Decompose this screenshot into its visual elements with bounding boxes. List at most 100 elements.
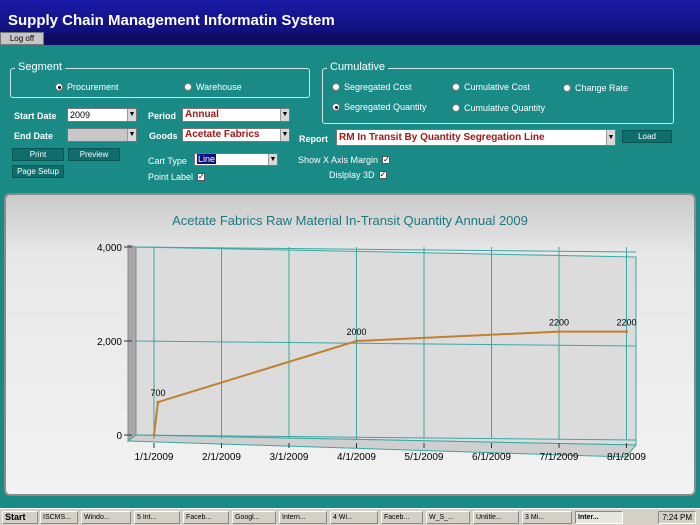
radio-label: Segregated Quantity xyxy=(344,102,427,112)
x-tick-label: 3/1/2009 xyxy=(270,452,309,463)
preview-button[interactable]: Preview xyxy=(68,148,120,161)
data-point xyxy=(355,339,358,343)
taskbar-item[interactable]: ISCMS... xyxy=(40,511,78,524)
data-point xyxy=(156,400,160,404)
title-bar: Supply Chain Management Informatin Syste… xyxy=(0,0,700,33)
taskbar-item[interactable]: Windo... xyxy=(81,511,131,524)
radio-warehouse[interactable]: Warehouse xyxy=(184,82,242,92)
chart-title: Acetate Fabrics Raw Material In-Transit … xyxy=(172,213,528,228)
radio-label: Change Rate xyxy=(575,83,629,93)
data-point xyxy=(557,330,561,334)
show-x-axis-margin-checkbox[interactable]: Show X Axis Margin ✓ xyxy=(298,155,391,165)
start-date-select[interactable]: 2009 ▼ xyxy=(67,108,137,122)
left-wall xyxy=(127,244,137,442)
radio-dot xyxy=(332,103,340,111)
taskbar-item[interactable]: Googl... xyxy=(232,511,276,524)
taskbar: Start ISCMS... Windo... 5 Int... Faceb... Go… xyxy=(0,508,700,525)
start-date-label: Start Date xyxy=(14,111,57,121)
radio-dot xyxy=(452,83,460,91)
radio-change-rate[interactable]: Change Rate xyxy=(563,83,628,93)
checkbox-label: Show X Axis Margin xyxy=(298,155,379,165)
radio-label: Cumulative Quantity xyxy=(464,103,546,113)
chart-container: Acetate Fabrics Raw Material In-Transit … xyxy=(4,193,696,496)
taskbar-item[interactable]: 4 Wi... xyxy=(330,511,378,524)
start-button[interactable]: Start xyxy=(2,511,38,524)
y-tick-label: 4,000 xyxy=(97,243,122,254)
taskbar-item[interactable]: Faceb... xyxy=(381,511,423,524)
check-icon[interactable]: ✓ xyxy=(378,171,387,179)
chart-type-select[interactable]: Line ▼ xyxy=(194,153,278,166)
taskbar-item[interactable]: Untitle... xyxy=(473,511,519,524)
radio-cumulative-quantity[interactable]: Cumulative Quantity xyxy=(452,103,545,113)
report-value: RM In Transit By Quantity Segregation Li… xyxy=(339,132,545,143)
data-label: 2200 xyxy=(549,318,569,328)
chevron-down-icon[interactable]: ▼ xyxy=(606,130,615,145)
period-label: Period xyxy=(148,111,177,121)
x-tick-label: 6/1/2009 xyxy=(472,452,511,463)
taskbar-item[interactable]: 5 Int... xyxy=(134,511,180,524)
data-label: 2200 xyxy=(616,318,636,328)
chevron-down-icon[interactable]: ▼ xyxy=(127,129,136,141)
y-tick-label: 0 xyxy=(116,431,122,442)
radio-dot xyxy=(55,83,63,91)
segment-legend: Segment xyxy=(15,61,66,73)
checkbox-label: Dislplay 3D xyxy=(329,170,375,180)
data-point xyxy=(152,433,156,437)
taskbar-item[interactable]: Faceb... xyxy=(183,511,229,524)
radio-dot xyxy=(332,83,340,91)
radio-cumulative-cost[interactable]: Cumulative Cost xyxy=(452,82,530,92)
radio-label: Warehouse xyxy=(196,82,242,92)
chart-type-label: Cart Type xyxy=(148,156,187,166)
data-label: 700 xyxy=(150,388,165,398)
plot-area xyxy=(135,246,637,446)
y-tick-label: 2,000 xyxy=(97,337,122,348)
x-tick-label: 8/1/2009 xyxy=(607,452,646,463)
data-point xyxy=(625,330,628,334)
radio-label: Procurement xyxy=(67,82,119,92)
radio-procurement[interactable]: Procurement xyxy=(55,82,119,92)
segment-panel: Segment Procurement Warehouse xyxy=(10,61,310,98)
goods-label: Goods xyxy=(149,131,178,141)
x-tick-label: 2/1/2009 xyxy=(202,452,241,463)
chart-type-value: Line xyxy=(197,154,217,164)
cumulative-panel: Cumulative Segregated Cost Cumulative Co… xyxy=(322,61,674,124)
x-tick-label: 7/1/2009 xyxy=(540,452,579,463)
cumulative-legend: Cumulative xyxy=(327,61,389,73)
report-select[interactable]: RM In Transit By Quantity Segregation Li… xyxy=(336,129,616,146)
print-button[interactable]: Print xyxy=(12,148,64,161)
x-tick-label: 5/1/2009 xyxy=(405,452,444,463)
check-icon[interactable]: ✓ xyxy=(382,156,391,164)
data-label: 2000 xyxy=(346,327,366,337)
radio-segregated-quantity[interactable]: Segregated Quantity xyxy=(332,102,427,112)
taskbar-item[interactable]: Intern... xyxy=(279,511,327,524)
period-value: Annual xyxy=(185,109,219,120)
radio-segregated-cost[interactable]: Segregated Cost xyxy=(332,82,412,92)
radio-label: Segregated Cost xyxy=(344,82,412,92)
point-label-checkbox[interactable]: Point Label ✓ xyxy=(148,172,206,182)
chevron-down-icon[interactable]: ▼ xyxy=(280,109,289,121)
app-title: Supply Chain Management Informatin Syste… xyxy=(8,12,335,29)
page-setup-button[interactable]: Page Setup xyxy=(12,165,64,178)
radio-dot xyxy=(452,104,460,112)
radio-label: Cumulative Cost xyxy=(464,82,531,92)
load-button[interactable]: Load xyxy=(622,130,672,143)
clock: 7:24 PM xyxy=(658,511,696,524)
checkbox-label: Point Label xyxy=(148,172,194,182)
start-date-value: 2009 xyxy=(70,110,91,120)
chevron-down-icon[interactable]: ▼ xyxy=(268,154,277,165)
period-select[interactable]: Annual ▼ xyxy=(182,108,290,122)
check-icon[interactable]: ✓ xyxy=(197,173,206,181)
taskbar-item[interactable]: Inter... xyxy=(575,511,623,524)
end-date-select[interactable]: ▼ xyxy=(67,128,137,142)
chevron-down-icon[interactable]: ▼ xyxy=(127,109,136,121)
goods-select[interactable]: Acetate Fabrics ▼ xyxy=(182,128,290,142)
display-3d-checkbox[interactable]: Dislplay 3D ✓ xyxy=(329,170,387,180)
taskbar-item[interactable]: 3 Mi... xyxy=(522,511,572,524)
taskbar-item[interactable]: W_S_... xyxy=(426,511,470,524)
goods-value: Acetate Fabrics xyxy=(185,129,260,140)
logoff-button[interactable]: Log off xyxy=(0,32,44,45)
x-tick-label: 4/1/2009 xyxy=(337,452,376,463)
x-tick-label: 1/1/2009 xyxy=(135,452,174,463)
chevron-down-icon[interactable]: ▼ xyxy=(280,129,289,141)
line-chart: Acetate Fabrics Raw Material In-Transit … xyxy=(97,213,646,463)
